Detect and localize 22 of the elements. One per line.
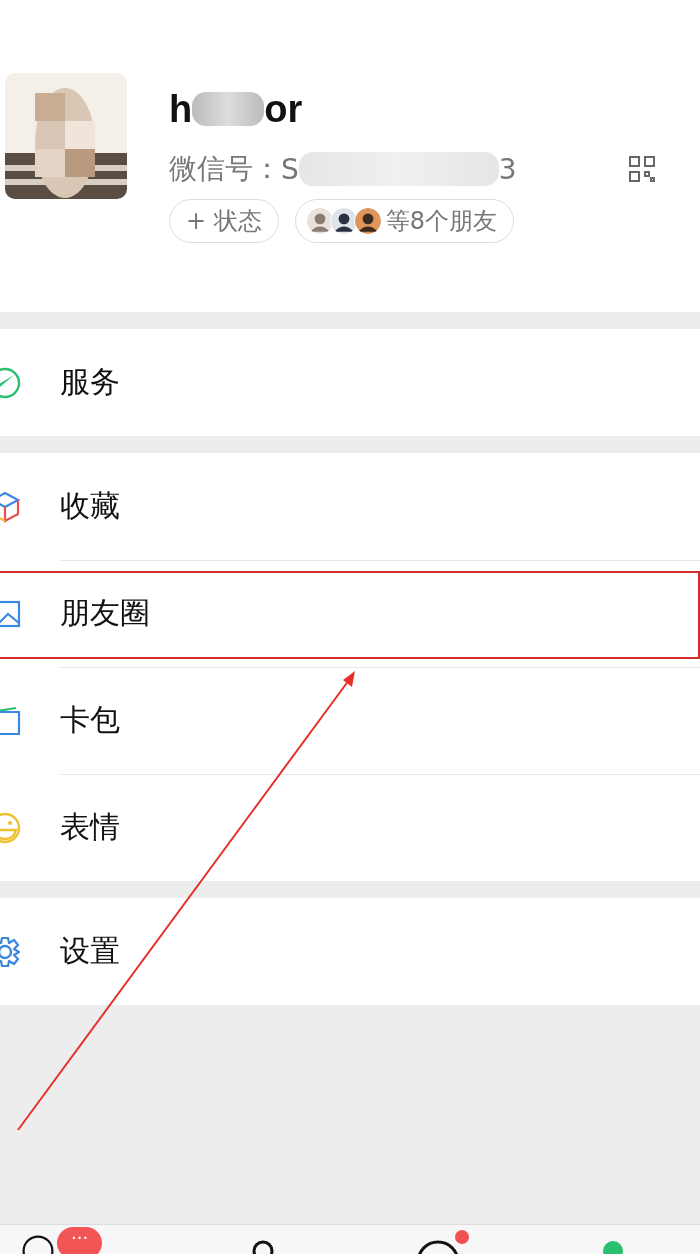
user-name: or xyxy=(264,87,303,131)
menu-label: 朋友圈 xyxy=(60,594,150,632)
menu-label: 收藏 xyxy=(60,487,120,525)
unread-badge: ··· xyxy=(57,1227,103,1254)
menu-item[interactable]: 收藏 xyxy=(0,453,700,560)
menu-label: 设置 xyxy=(60,932,120,970)
status-button[interactable]: + 状态 xyxy=(169,199,279,243)
friends-count: 等8个朋友 xyxy=(385,206,498,237)
menu-label: 卡包 xyxy=(60,701,120,739)
wechat-id: 3 xyxy=(498,152,517,186)
menu-item[interactable]: 服务 xyxy=(0,329,700,436)
menu-label: 服务 xyxy=(60,363,120,401)
menu-item[interactable]: 朋友圈 xyxy=(0,560,700,667)
wechat-id-label: 微信号： xyxy=(169,151,281,187)
menu-item[interactable]: 卡包 xyxy=(0,667,700,774)
qr-code-icon[interactable] xyxy=(628,155,656,183)
wechat-id: S xyxy=(281,152,299,186)
user-name: h xyxy=(169,87,193,131)
friends-chip[interactable]: 等8个朋友 xyxy=(294,199,515,243)
menu-label: 表情 xyxy=(60,808,120,846)
menu-item[interactable]: 设置 xyxy=(0,898,700,1005)
menu-item[interactable]: 表情 xyxy=(0,774,700,881)
